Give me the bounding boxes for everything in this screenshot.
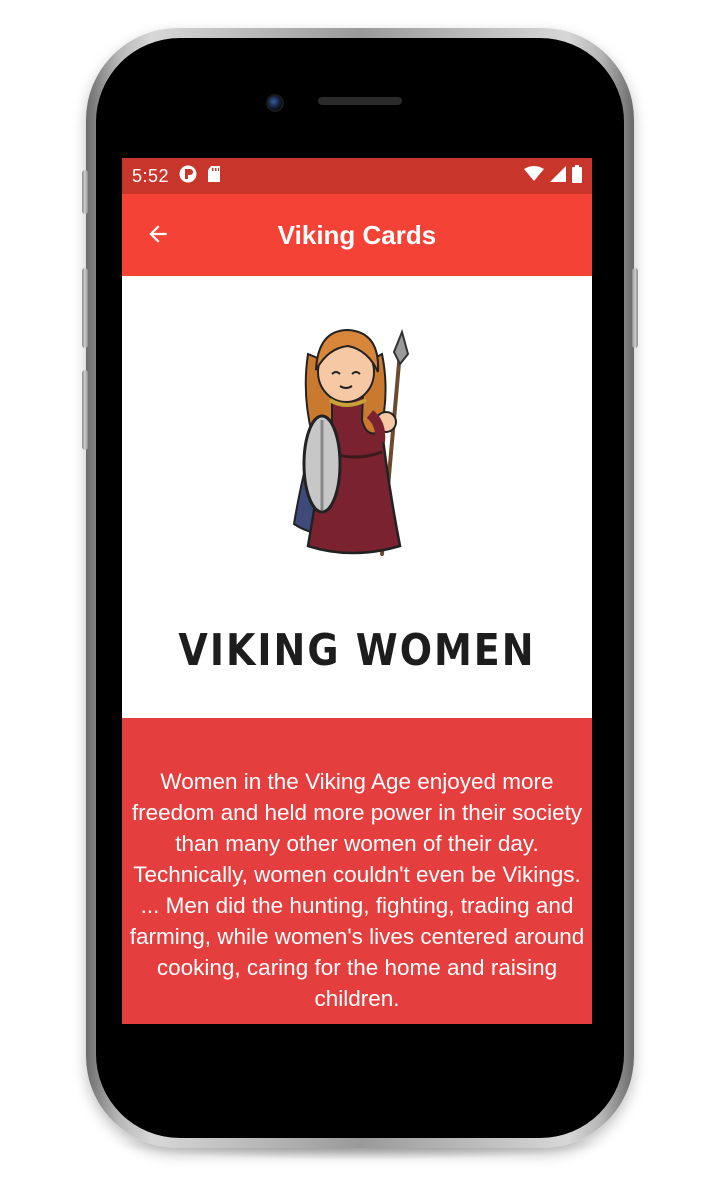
phone-side-button-left-top	[82, 170, 88, 214]
app-bar: Viking Cards	[122, 194, 592, 276]
back-button[interactable]	[138, 216, 178, 256]
wifi-icon	[524, 165, 544, 187]
description-panel: Women in the Viking Age enjoyed more fre…	[122, 718, 592, 1024]
card-image-area: VIKING WOMEN	[122, 276, 592, 718]
app-title: Viking Cards	[277, 219, 437, 250]
signal-icon	[550, 165, 566, 187]
phone-side-button-left-low	[82, 370, 88, 450]
status-bar: 5:52	[122, 158, 592, 194]
status-bar-right	[524, 164, 582, 188]
sd-card-icon	[207, 165, 221, 188]
front-camera	[266, 94, 284, 112]
status-time: 5:52	[132, 165, 170, 186]
app-notification-icon	[179, 165, 197, 188]
battery-icon	[572, 164, 582, 188]
arrow-back-icon	[145, 221, 171, 252]
card-title: VIKING WOMEN	[178, 624, 536, 676]
earpiece-speaker	[318, 97, 402, 105]
device-mockup: 5:52 Viking Cards VIKING WOMEN Women in …	[0, 0, 720, 1188]
phone-side-button-right	[632, 268, 638, 348]
status-bar-left: 5:52	[132, 165, 221, 188]
phone-side-button-left-mid	[82, 268, 88, 348]
phone-screen: 5:52 Viking Cards VIKING WOMEN Women in …	[122, 158, 592, 1024]
description-text: Women in the Viking Age enjoyed more fre…	[129, 769, 585, 1011]
viking-woman-illustration	[282, 324, 432, 560]
